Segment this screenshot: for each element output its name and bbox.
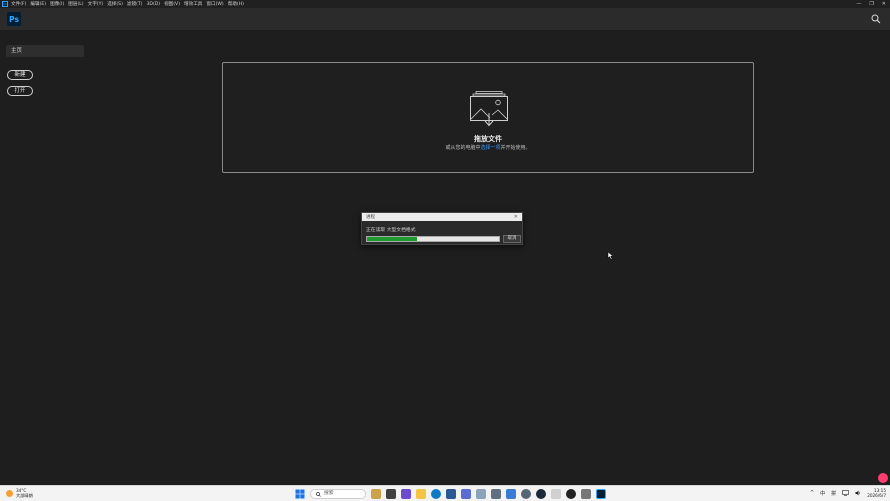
menu-select[interactable]: 选择(S) — [107, 1, 123, 7]
progress-bar — [366, 236, 500, 242]
photos-app-icon[interactable] — [461, 489, 471, 499]
widget-app-icon[interactable] — [401, 489, 411, 499]
network-app-icon[interactable] — [506, 489, 516, 499]
taskbar-search-icon — [316, 491, 321, 497]
steam-icon[interactable] — [536, 489, 546, 499]
weather-description: 大部晴朗 — [16, 493, 33, 498]
drop-subtitle: 或从您的电脑中选择一项并开始使用。 — [223, 144, 753, 151]
cancel-button[interactable]: 取消 — [503, 235, 521, 243]
open-file-button[interactable]: 打开 — [7, 86, 33, 96]
drop-title: 拖放文件 — [474, 135, 502, 143]
taskbar-search-box[interactable]: 搜索 — [310, 489, 366, 499]
mouse-cursor-icon — [607, 252, 614, 260]
creative-cloud-icon[interactable] — [878, 473, 888, 483]
volume-icon[interactable] — [855, 490, 861, 496]
system-clock[interactable]: 13:15 2026/6/7 — [867, 488, 886, 498]
progress-bar-fill — [367, 237, 418, 241]
utility-app-icon[interactable] — [581, 489, 591, 499]
menu-window[interactable]: 窗口(W) — [206, 1, 223, 7]
menu-image[interactable]: 图像(I) — [50, 1, 64, 7]
taskbar: 34°C 大部晴朗 搜索 ^ 中 拼 13:15 2026/6/7 — [0, 485, 890, 501]
menu-bar: Ps 文件(F) 编辑(E) 图像(I) 图层(L) 文字(Y) 选择(S) 滤… — [0, 0, 890, 8]
progress-status-text: 正在读取 大型文档格式 — [366, 228, 416, 233]
progress-dialog: 进程 ✕ 正在读取 大型文档格式 取消 — [361, 212, 523, 245]
tray-chevron-icon[interactable]: ^ — [810, 490, 814, 496]
menu-type[interactable]: 文字(Y) — [88, 1, 104, 7]
edge-browser-icon[interactable] — [431, 489, 441, 499]
sun-icon — [6, 489, 13, 497]
search-highlight-icon[interactable] — [371, 489, 381, 499]
system-tray: ^ 中 拼 13:15 2026/6/7 — [810, 488, 886, 498]
app-header: Ps — [0, 8, 890, 30]
menu-layer[interactable]: 图层(L) — [68, 1, 83, 7]
network-icon[interactable] — [842, 490, 849, 496]
menu-plugins[interactable]: 增效工具 — [184, 1, 202, 7]
menu-filter[interactable]: 滤镜(T) — [127, 1, 143, 7]
file-explorer-icon[interactable] — [416, 489, 426, 499]
clock-date: 2026/6/7 — [867, 493, 886, 498]
photoshop-app-icon[interactable]: Ps — [2, 1, 8, 7]
new-file-button[interactable]: 新建 — [7, 70, 33, 80]
menu-3d[interactable]: 3D(D) — [146, 2, 160, 7]
drop-subtitle-prefix: 或从您的电脑中 — [445, 145, 481, 151]
menu-help[interactable]: 帮助(H) — [228, 1, 244, 7]
file-drop-zone[interactable]: 拖放文件 或从您的电脑中选择一项并开始使用。 — [222, 62, 754, 173]
task-view-icon[interactable] — [386, 489, 396, 499]
sidebar-item-home[interactable]: 主页 — [6, 45, 84, 57]
bird-app-icon[interactable] — [491, 489, 501, 499]
select-file-link[interactable]: 选择一项 — [480, 145, 500, 151]
photoshop-taskbar-icon[interactable] — [596, 489, 606, 499]
tool-app-icon[interactable] — [551, 489, 561, 499]
taskbar-search-placeholder: 搜索 — [324, 491, 334, 496]
ime-mode-indicator[interactable]: 拼 — [831, 490, 836, 497]
search-icon[interactable] — [871, 14, 881, 24]
dialog-close-icon[interactable]: ✕ — [514, 213, 518, 221]
dialog-titlebar[interactable]: 进程 ✕ — [362, 213, 522, 221]
restore-button[interactable]: ❐ — [869, 1, 873, 7]
minimize-button[interactable]: — — [856, 1, 861, 7]
close-window-button[interactable]: ✕ — [882, 1, 886, 7]
chat-app-icon[interactable] — [566, 489, 576, 499]
ime-language-indicator[interactable]: 中 — [820, 490, 825, 497]
photoshop-logo[interactable]: Ps — [7, 12, 21, 26]
weather-widget[interactable]: 34°C 大部晴朗 — [6, 488, 33, 498]
window-controls: — ❐ ✕ — [856, 0, 886, 8]
store-app-icon[interactable] — [446, 489, 456, 499]
drop-subtitle-suffix: 并开始使用。 — [500, 145, 531, 151]
menu-edit[interactable]: 编辑(E) — [30, 1, 46, 7]
drop-image-icon — [470, 91, 508, 127]
settings-gear-icon[interactable] — [521, 489, 531, 499]
image-app-icon[interactable] — [476, 489, 486, 499]
taskbar-apps: 搜索 — [295, 489, 606, 499]
menu-file[interactable]: 文件(F) — [11, 1, 26, 7]
dialog-title: 进程 — [366, 215, 375, 220]
windows-start-icon[interactable] — [295, 489, 305, 499]
menu-view[interactable]: 视图(V) — [164, 1, 180, 7]
